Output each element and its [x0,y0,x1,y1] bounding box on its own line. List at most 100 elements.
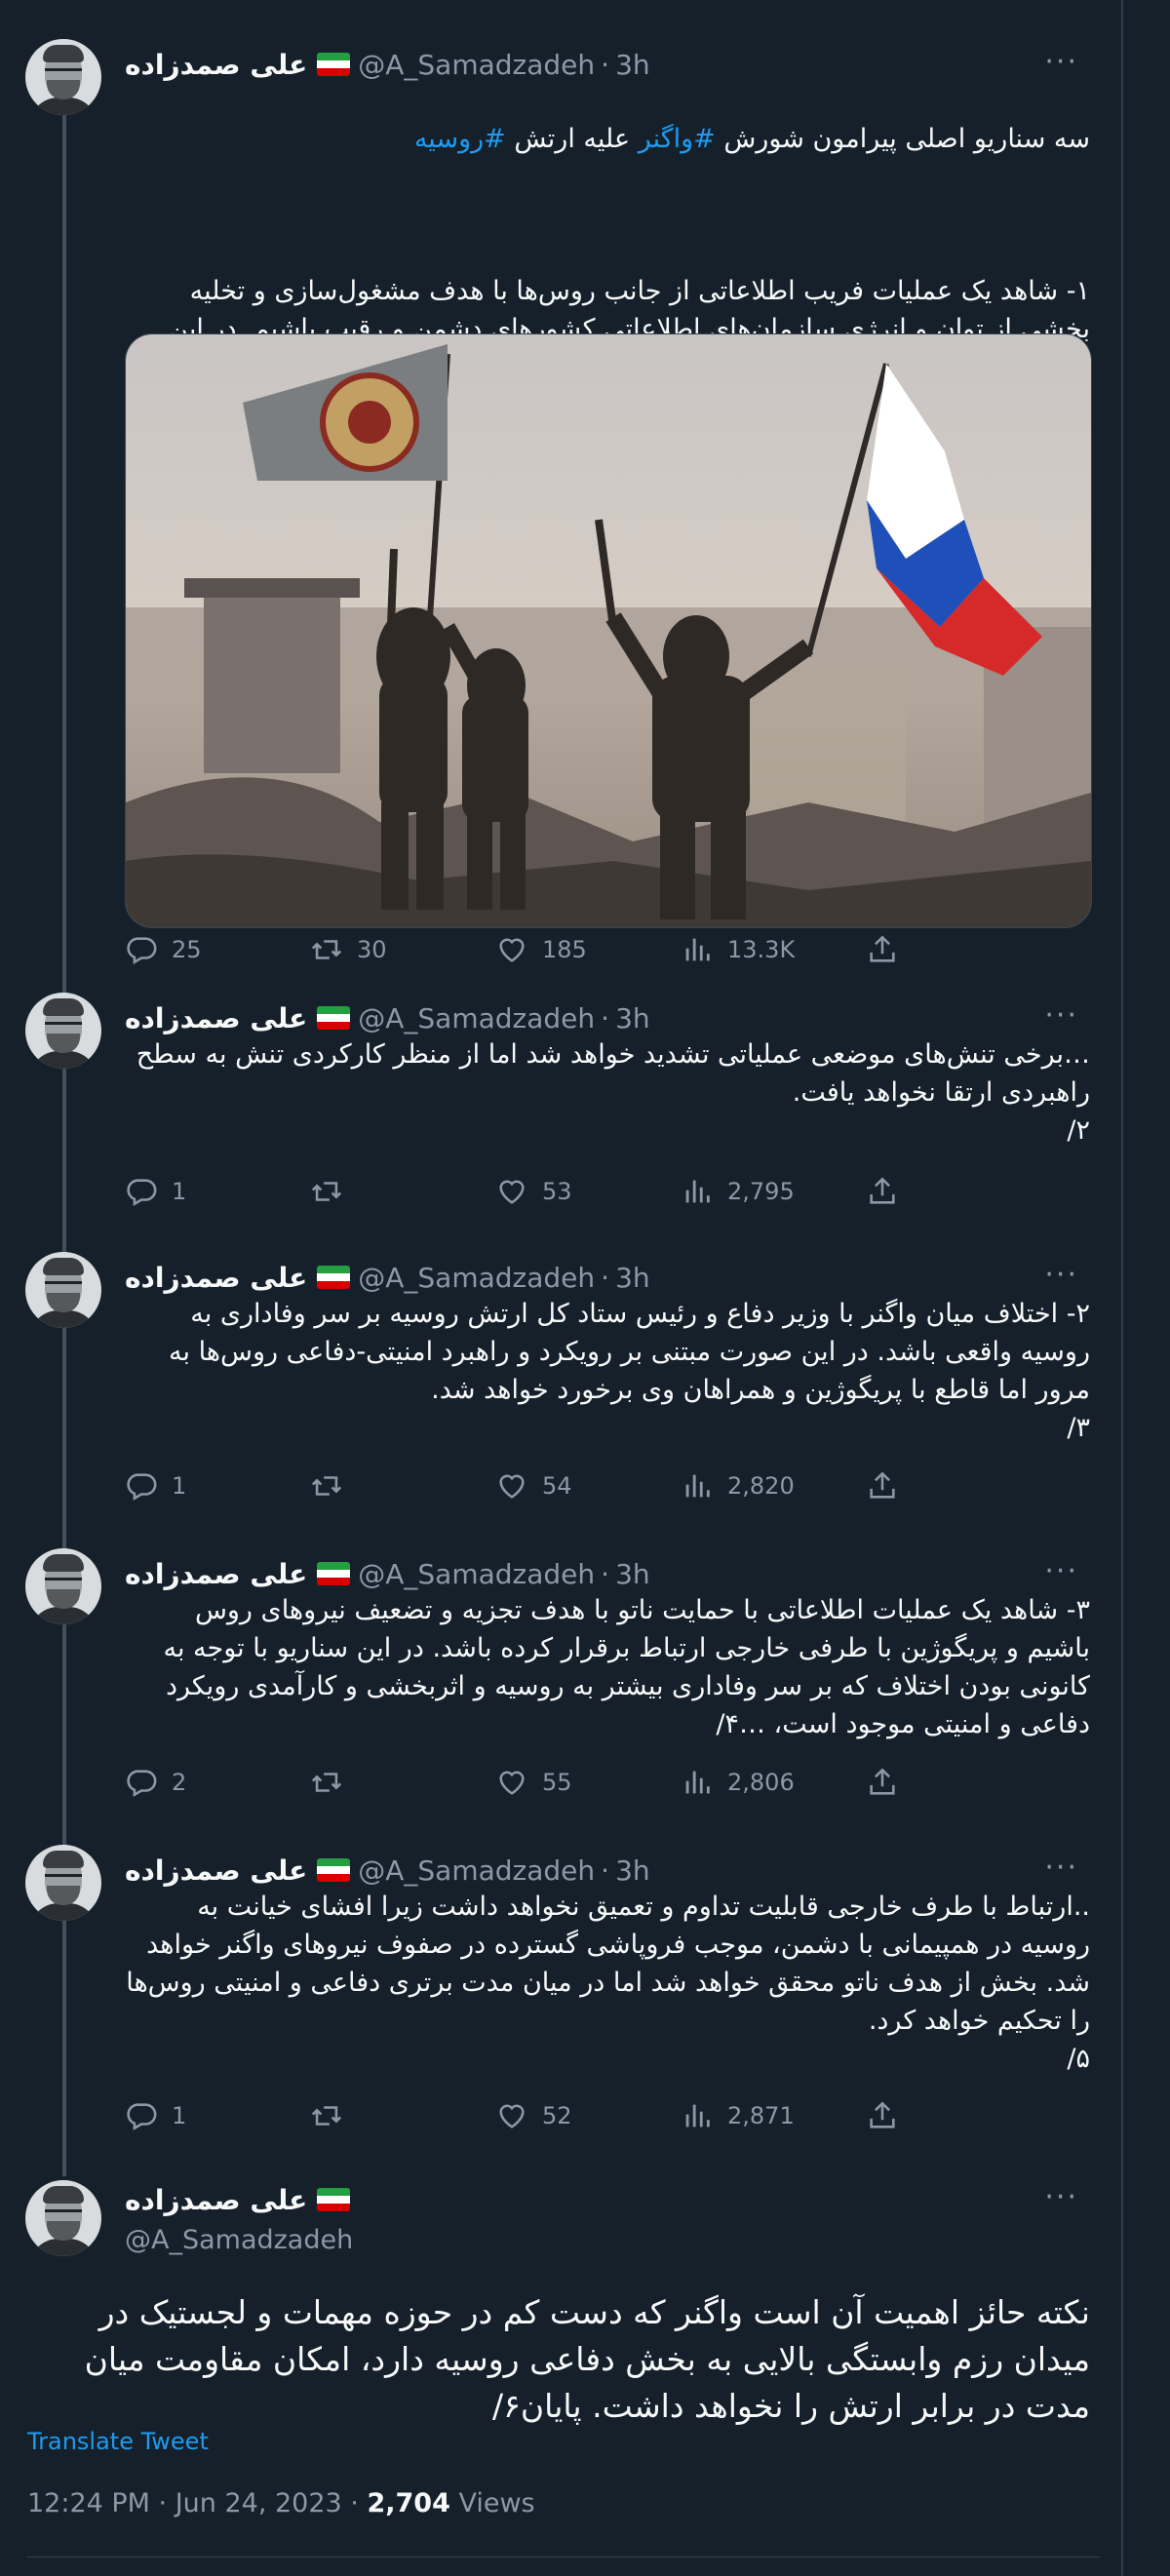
share-button[interactable] [866,1766,913,1799]
like-button[interactable]: 185 [495,933,681,966]
author-name[interactable]: علی صمدزاده [125,2184,307,2216]
retweet-button[interactable] [310,1766,495,1799]
share-button[interactable] [866,2099,913,2132]
like-count: 53 [542,1178,572,1205]
retweet-count: 30 [357,936,387,963]
tweet-3[interactable]: علی صمدزاده @A_Samadzadeh · 3h ··· ۲- اخ… [0,1252,1121,1515]
translate-tweet-link[interactable]: Translate Tweet [27,2428,209,2455]
author-handle[interactable]: @A_Samadzadeh [358,49,595,81]
retweet-icon [310,1469,343,1503]
reply-count: 2 [172,1769,187,1796]
tweet-text: ..ارتباط با طرف خارجی قابلیت تداوم و تعم… [126,1892,1090,2074]
reply-count: 1 [172,1178,187,1205]
retweet-button[interactable]: 30 [310,933,495,966]
avatar[interactable] [25,39,101,115]
share-button[interactable] [866,933,913,966]
avatar[interactable] [25,1252,101,1328]
reply-button[interactable]: 2 [125,1766,310,1799]
author-handle[interactable]: @A_Samadzadeh [358,1854,595,1887]
tweet-header: علی صمدزاده @A_Samadzadeh · 3h [125,1851,650,1890]
views-label: Views [449,2488,535,2518]
retweet-button[interactable] [310,2099,495,2132]
retweet-button[interactable] [310,1175,495,1208]
avatar[interactable] [25,1548,101,1624]
separator: · [601,48,610,81]
tweet-text: ۲- اختلاف میان واگنر با وزیر دفاع و رئیس… [169,1299,1090,1443]
like-count: 52 [542,2102,572,2129]
hashtag-russia[interactable]: #روسیه [414,124,506,154]
like-button[interactable]: 54 [495,1469,681,1503]
share-icon [866,2099,899,2132]
share-button[interactable] [866,1175,913,1208]
author-name[interactable]: علی صمدزاده [125,1558,307,1590]
tweet-time[interactable]: 3h [615,1002,650,1034]
like-icon [495,1469,528,1503]
separator: · [601,1001,610,1034]
reply-button[interactable]: 1 [125,1469,310,1503]
tweet-actions: 25 30 185 13.3K [125,928,924,971]
more-options-icon[interactable]: ··· [1044,1851,1078,1885]
author-handle[interactable]: @A_Samadzadeh [125,2225,353,2255]
tweet-time[interactable]: 3h [615,1558,650,1590]
iran-flag-icon [317,1562,351,1585]
author-name[interactable]: علی صمدزاده [125,1262,307,1294]
tweet-photo[interactable] [125,333,1092,928]
author-handle[interactable]: @A_Samadzadeh [358,1558,595,1590]
tweet-header: علی صمدزاده [125,2180,358,2219]
views-button[interactable]: 2,795 [681,1175,866,1208]
like-icon [495,2099,528,2132]
separator: · [601,1557,610,1590]
iran-flag-icon [317,1266,351,1289]
reply-icon [125,1766,158,1799]
views-button[interactable]: 2,871 [681,2099,866,2132]
more-options-icon[interactable]: ··· [1044,998,1078,1033]
views-button[interactable]: 13.3K [681,933,866,966]
author-handle[interactable]: @A_Samadzadeh [358,1262,595,1294]
tweet-time[interactable]: 3h [615,1854,650,1887]
author-name[interactable]: علی صمدزاده [125,1854,307,1887]
reply-button[interactable]: 25 [125,933,310,966]
tweet-actions: 1 53 2,795 [125,1170,924,1213]
like-icon [495,1766,528,1799]
author-name[interactable]: علی صمدزاده [125,49,307,81]
more-options-icon[interactable]: ··· [1044,1554,1078,1588]
hashtag-wagner[interactable]: #واگنر [639,124,716,154]
avatar[interactable] [25,1845,101,1921]
tweet-1[interactable]: علی صمدزاده @A_Samadzadeh · 3h ··· سه سن… [0,39,1121,975]
timestamp[interactable]: 12:24 PM · Jun 24, 2023 · [27,2488,367,2518]
reply-icon [125,1469,158,1503]
tweet-5[interactable]: علی صمدزاده @A_Samadzadeh · 3h ··· ..ارت… [0,1845,1121,2147]
retweet-button[interactable] [310,1469,495,1503]
like-count: 185 [542,936,587,963]
reply-button[interactable]: 1 [125,2099,310,2132]
tweet-4[interactable]: علی صمدزاده @A_Samadzadeh · 3h ··· ۳- شا… [0,1548,1121,1812]
author-name[interactable]: علی صمدزاده [125,1002,307,1034]
iran-flag-icon [317,2188,351,2211]
tweet-time[interactable]: 3h [615,1262,650,1294]
avatar[interactable] [25,2180,101,2256]
separator: · [601,1854,610,1887]
avatar[interactable] [25,993,101,1069]
tweet-actions: 2 55 2,806 [125,1761,924,1804]
more-options-icon[interactable]: ··· [1044,2180,1078,2214]
tweet-2[interactable]: علی صمدزاده @A_Samadzadeh · 3h ··· …برخی… [0,993,1121,1217]
views-button[interactable]: 2,820 [681,1469,866,1503]
iran-flag-icon [317,1858,351,1882]
tweet-header: علی صمدزاده @A_Samadzadeh · 3h [125,998,650,1037]
reply-count: 1 [172,2102,187,2129]
reply-button[interactable]: 1 [125,1175,310,1208]
retweet-icon [310,933,343,966]
reply-icon [125,1175,158,1208]
author-handle[interactable]: @A_Samadzadeh [358,1002,595,1034]
like-button[interactable]: 55 [495,1766,681,1799]
tweet-time[interactable]: 3h [615,49,650,81]
iran-flag-icon [317,53,351,76]
like-button[interactable]: 53 [495,1175,681,1208]
more-options-icon[interactable]: ··· [1044,45,1078,79]
more-options-icon[interactable]: ··· [1044,1258,1078,1292]
views-button[interactable]: 2,806 [681,1766,866,1799]
share-button[interactable] [866,1469,913,1503]
reply-count: 25 [172,936,202,963]
like-button[interactable]: 52 [495,2099,681,2132]
views-icon [681,933,714,966]
